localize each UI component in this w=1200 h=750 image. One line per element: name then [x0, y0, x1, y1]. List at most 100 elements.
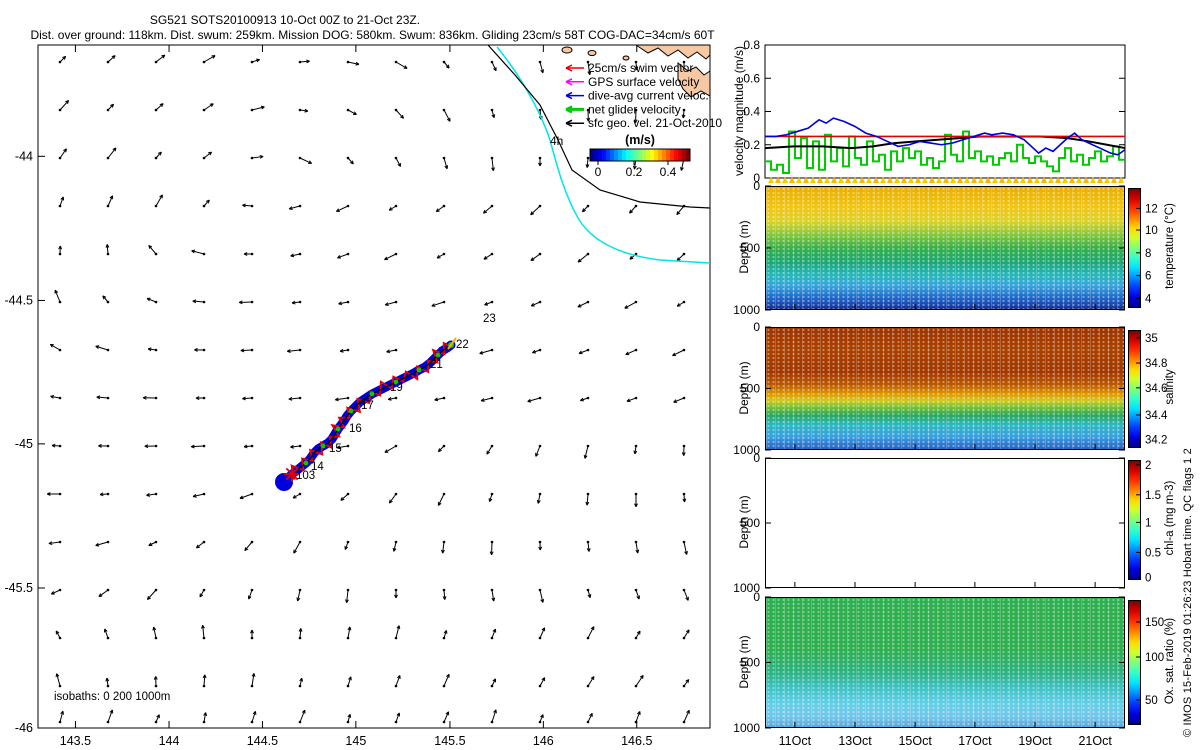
track-day-label: 103	[296, 470, 315, 482]
colorbar-tick-label: 6	[1145, 271, 1151, 283]
start-swim-cluster	[285, 473, 293, 481]
isobaths-note: isobaths: 0 200 1000m	[54, 691, 170, 703]
surfacing-marker-row	[768, 176, 1124, 183]
velocity-ytick: 0	[753, 171, 760, 185]
figure-root: SG521 SOTS20100913 10-Oct 00Z to 21-Oct …	[0, 0, 1200, 750]
temp-colorbar	[1128, 188, 1141, 308]
net-velocity-dot	[369, 391, 375, 397]
map-colorbar-tick: 0.2	[626, 165, 643, 179]
start-swim-cluster	[285, 467, 293, 475]
date-tick-label: 11Oct	[779, 734, 812, 748]
start-swim-cluster	[291, 467, 299, 475]
temp-depth-ylabel: Depth (m)	[737, 220, 751, 274]
colorbar-tick-label: 100	[1145, 652, 1164, 664]
data-point-speckle	[766, 328, 1124, 449]
island	[622, 55, 630, 61]
legend-arrow-icon	[565, 64, 573, 72]
net-velocity-dot	[303, 460, 309, 466]
date-tick-label: 19Oct	[1018, 734, 1052, 748]
depth-ytick: 0	[753, 320, 760, 334]
track-start-blob	[275, 473, 293, 491]
map-ytick-label: -45	[15, 437, 33, 451]
legend-arrow-icon	[565, 119, 573, 127]
map-xtick-label: 143.5	[60, 734, 91, 748]
track-centerline	[284, 344, 452, 482]
map-xtick-label: 144	[159, 734, 180, 748]
legend-item-label: sfc geo. vel. 21-Oct-2010	[588, 116, 722, 130]
swim-vector-zigzag	[282, 341, 454, 480]
isobath-200m-line	[496, 46, 711, 264]
map-ytick-label: -46	[15, 721, 33, 735]
end-marker	[447, 337, 457, 350]
colorbar-tick-label: 2	[1145, 460, 1151, 472]
colorbar-tick-label: 12	[1145, 203, 1158, 215]
sal-unit-label: salinity	[1164, 369, 1176, 405]
colorbar-tick-label: 4	[1145, 293, 1152, 305]
colorbar-tick-label: 8	[1145, 248, 1151, 260]
colorbar-tick-label: 150	[1145, 617, 1164, 629]
track-day-label: 14	[311, 461, 324, 473]
depth-ytick: 0	[753, 451, 760, 465]
legend-item-label: dive-avg current veloc.	[588, 89, 709, 103]
net-velocity-dot	[320, 443, 326, 449]
map-xtick-label: 146	[533, 734, 554, 748]
net-velocity-dot	[282, 478, 288, 484]
coastline	[487, 44, 711, 209]
date-tick-label: 17Oct	[958, 734, 992, 748]
chl-depth-ylabel: Depth (m)	[737, 495, 751, 549]
track-day-label: 15	[329, 443, 342, 455]
data-point-speckle	[766, 598, 1124, 727]
land-polygon	[634, 44, 711, 60]
map-ytick-label: -44.5	[5, 293, 34, 307]
map-ytick-label: -45.5	[5, 581, 34, 595]
data-point-speckle	[766, 187, 1124, 309]
colorbar-tick-label: 0.5	[1145, 547, 1161, 559]
track-day-label: 22	[456, 339, 469, 351]
velocity-series	[764, 135, 1126, 150]
map-xtick-label: 145.5	[434, 734, 465, 748]
figure-title: SG521 SOTS20100913 10-Oct 00Z to 21-Oct …	[149, 13, 421, 27]
island	[587, 50, 597, 56]
date-tick-label: 21Oct	[1078, 734, 1112, 748]
chl-section-panel	[765, 458, 1125, 588]
velocity-ylabel: velocity magnitude (m/s)	[732, 45, 746, 176]
net-velocity-dot	[348, 408, 354, 414]
velocity-series-green	[765, 130, 1125, 175]
land-polygon	[677, 61, 711, 98]
map-colorbar-tick: 0	[595, 165, 602, 179]
island	[561, 46, 573, 54]
sal-colorbar	[1128, 330, 1141, 448]
sal-depth-ylabel: Depth (m)	[737, 360, 751, 415]
chl-colorbar	[1128, 460, 1141, 580]
track-end-dot	[448, 342, 454, 348]
legend-item-label: net glider velocity	[588, 102, 681, 116]
colorbar-tick-label: 10	[1145, 225, 1158, 237]
track-day-label: 16	[349, 423, 362, 435]
ox-colorbar	[1128, 600, 1141, 725]
temp-unit-label: temperature (°C)	[1164, 203, 1176, 289]
velocity-frame	[764, 44, 1126, 179]
velocity-series	[765, 117, 1126, 156]
track-day-label: 19	[390, 382, 403, 394]
ox-depth-ylabel: Depth (m)	[737, 634, 751, 689]
figure-subtitle: Dist. over ground: 118km. Dist. swum: 25…	[30, 28, 715, 42]
ox-section-panel	[765, 597, 1125, 728]
colorbar-tick-label: 0	[1145, 573, 1151, 585]
dive-avg-current-track	[280, 340, 456, 486]
map-colorbar: (m/s) 0 0.2 0.4	[589, 133, 691, 179]
map-colorbar-tick: 0.4	[660, 165, 677, 179]
date-axis: 11Oct 13Oct 15Oct 17Oct 19Oct 21Oct	[779, 734, 1113, 748]
temp-section-panel	[765, 186, 1125, 310]
depth-ytick: 1000	[733, 721, 760, 735]
net-velocity-dot	[335, 426, 341, 432]
legend-time-scale-label: 4h	[550, 134, 563, 148]
track-day-label: 21	[430, 359, 443, 371]
depth-ytick: 1000	[733, 581, 760, 595]
legend-arrow-icon	[565, 105, 573, 114]
legend-arrow-icon	[565, 78, 573, 86]
depth-ytick: 0	[753, 179, 760, 193]
depth-ytick: 1000	[733, 303, 760, 317]
chl-unit-label: chl-a (mg m-3)	[1164, 480, 1176, 556]
colorbar-tick-label: 35	[1145, 333, 1158, 345]
colorbar-tick-label: 50	[1145, 695, 1158, 707]
